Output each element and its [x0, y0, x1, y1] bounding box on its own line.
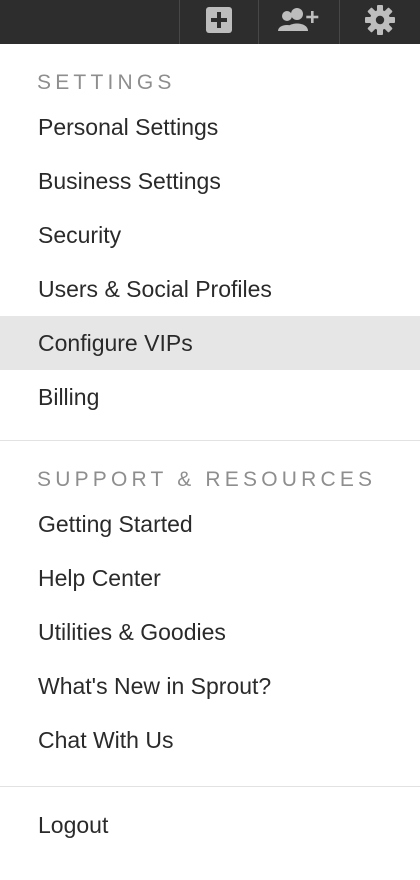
settings-dropdown-menu: SETTINGS Personal Settings Business Sett…: [0, 44, 420, 852]
plus-square-icon: [206, 6, 232, 38]
menu-item-security[interactable]: Security: [0, 208, 420, 262]
menu-item-users-social-profiles[interactable]: Users & Social Profiles: [0, 262, 420, 316]
menu-item-business-settings[interactable]: Business Settings: [0, 154, 420, 208]
menu-item-whats-new[interactable]: What's New in Sprout?: [0, 659, 420, 713]
menu-item-getting-started[interactable]: Getting Started: [0, 497, 420, 551]
gear-icon: [365, 4, 395, 40]
support-section-heading: SUPPORT & RESOURCES: [37, 468, 377, 491]
settings-section-heading: SETTINGS: [37, 71, 176, 94]
menu-item-billing[interactable]: Billing: [0, 370, 420, 424]
menu-item-personal-settings[interactable]: Personal Settings: [0, 100, 420, 154]
top-toolbar: [0, 0, 420, 44]
logout-wrap: Logout: [0, 798, 420, 852]
section-divider: [0, 786, 420, 787]
compose-button[interactable]: [180, 0, 258, 44]
add-user-icon: [278, 7, 320, 38]
menu-item-chat-with-us[interactable]: Chat With Us: [0, 713, 420, 767]
menu-item-utilities-goodies[interactable]: Utilities & Goodies: [0, 605, 420, 659]
menu-item-help-center[interactable]: Help Center: [0, 551, 420, 605]
add-user-button[interactable]: [259, 0, 339, 44]
menu-item-configure-vips[interactable]: Configure VIPs: [0, 316, 420, 370]
menu-item-logout[interactable]: Logout: [0, 798, 420, 852]
support-list: Getting Started Help Center Utilities & …: [0, 497, 420, 767]
settings-button[interactable]: [340, 0, 420, 44]
settings-list: Personal Settings Business Settings Secu…: [0, 100, 420, 424]
